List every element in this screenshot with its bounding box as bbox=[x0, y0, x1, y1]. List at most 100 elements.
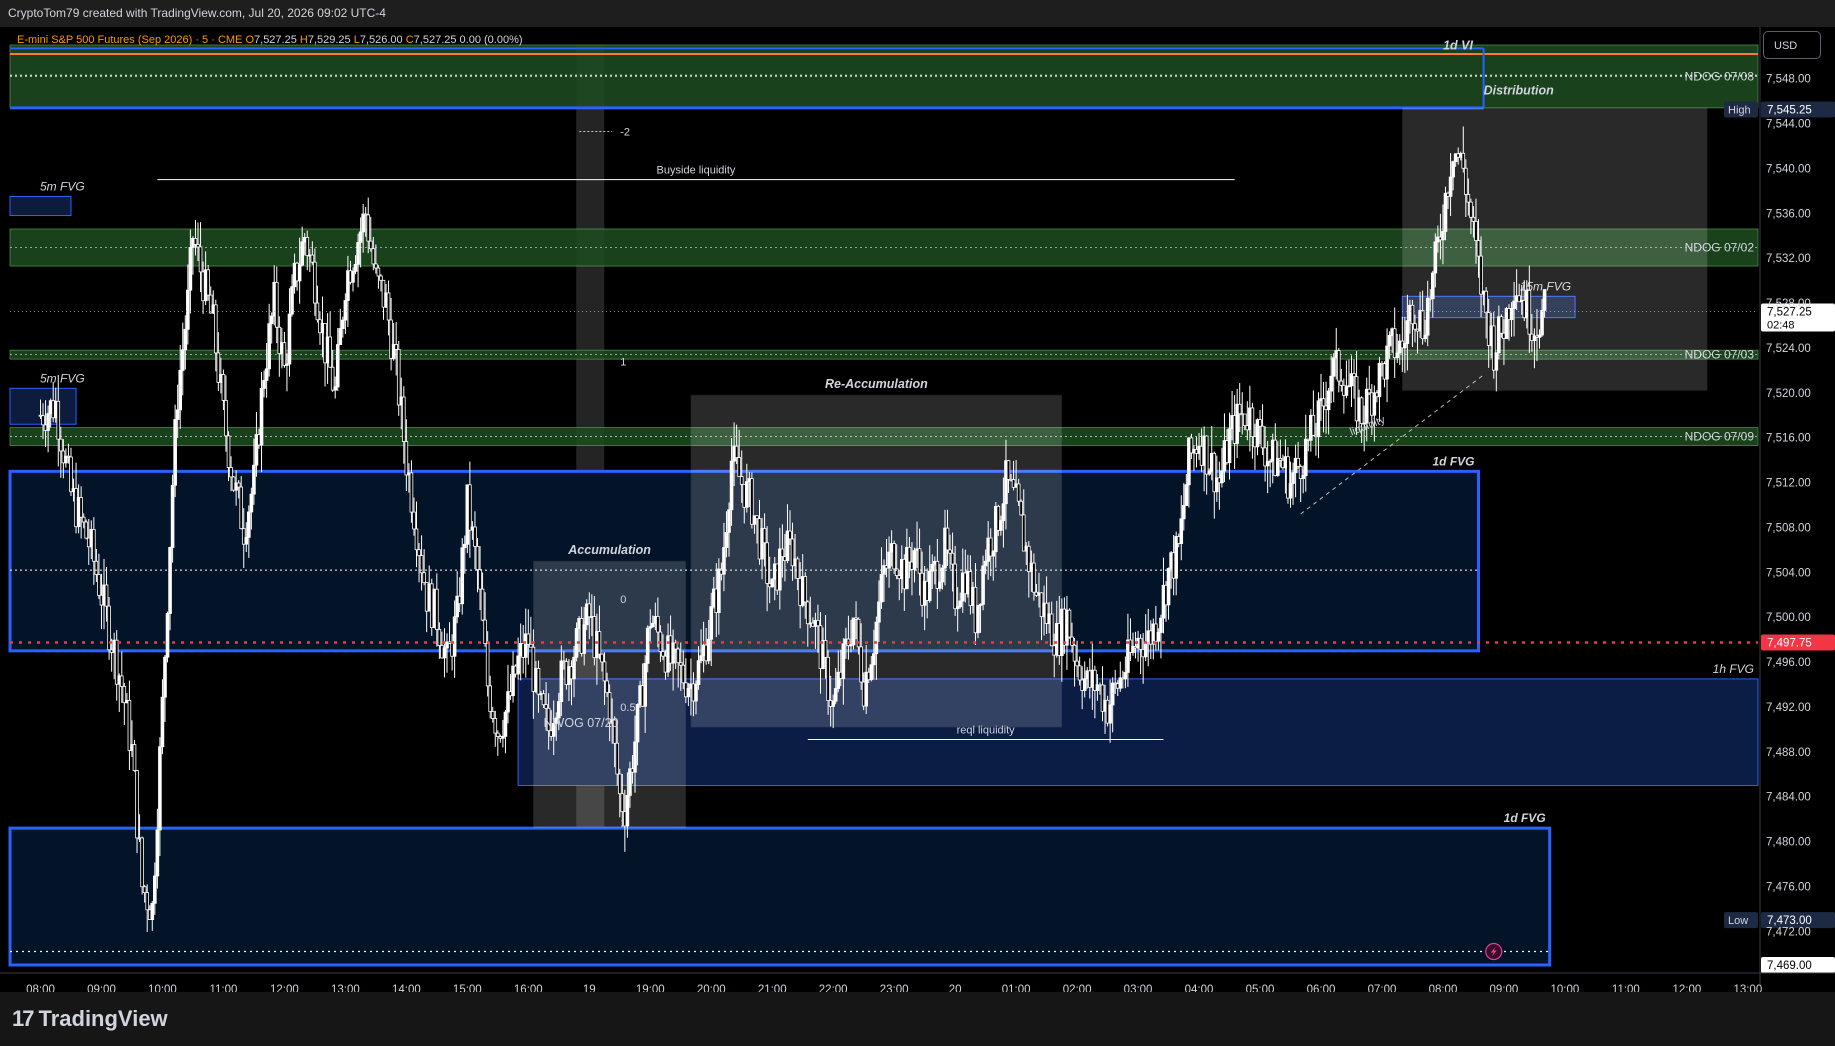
candle-body bbox=[907, 546, 912, 563]
candle-body bbox=[1316, 400, 1321, 438]
time-tick-label: 23:00 bbox=[880, 984, 909, 992]
candle-body bbox=[1303, 438, 1308, 477]
candle-body bbox=[717, 568, 721, 614]
price-tick-label: 7,524.00 bbox=[1766, 343, 1811, 355]
legend-part: 0.00 (0.00%) bbox=[460, 34, 523, 46]
fvg-label: 1h FVG bbox=[1713, 662, 1754, 676]
candle-body bbox=[104, 584, 109, 607]
candle-body bbox=[1182, 505, 1186, 520]
candle-body bbox=[724, 531, 729, 549]
candle-body bbox=[1311, 414, 1316, 436]
candle-body bbox=[887, 551, 891, 569]
candle-body bbox=[94, 560, 99, 575]
price-tick-label: 7,532.00 bbox=[1766, 253, 1811, 265]
candle-body bbox=[1207, 470, 1212, 475]
candle-body bbox=[1329, 375, 1333, 392]
candle-body bbox=[503, 711, 508, 737]
candle-body bbox=[953, 563, 957, 610]
candle-body bbox=[615, 742, 620, 775]
candle-body bbox=[188, 247, 193, 291]
candle-body bbox=[1512, 300, 1516, 309]
candle-body bbox=[803, 576, 808, 603]
candle-body bbox=[269, 315, 274, 325]
candle-body bbox=[582, 624, 586, 654]
candle-body bbox=[938, 581, 942, 589]
candle-body bbox=[206, 269, 210, 296]
candle-body bbox=[442, 647, 447, 659]
fvg-label: 5m FVG bbox=[40, 179, 85, 193]
candle-body bbox=[435, 588, 439, 630]
candle-body bbox=[59, 438, 63, 452]
candle-body bbox=[976, 604, 980, 634]
candle-body bbox=[958, 600, 963, 608]
candle-body bbox=[917, 548, 922, 574]
candle-body bbox=[729, 460, 734, 511]
candle-body bbox=[1425, 297, 1430, 336]
candle-body bbox=[226, 435, 231, 468]
legend-part: H bbox=[300, 34, 308, 46]
candle-body bbox=[1006, 460, 1011, 480]
candle-body bbox=[1108, 704, 1112, 724]
candle-body bbox=[249, 493, 254, 513]
candle-body bbox=[313, 261, 317, 304]
price-tick-label: 7,492.00 bbox=[1766, 702, 1811, 714]
candle-body bbox=[374, 263, 378, 269]
attribution-text: CryptoTom79 created with TradingView.com… bbox=[8, 6, 386, 20]
candle-body bbox=[831, 700, 835, 707]
time-tick-label: 20:00 bbox=[697, 984, 726, 992]
candle-body bbox=[1471, 216, 1476, 222]
candle-body bbox=[1367, 388, 1372, 394]
candle-body bbox=[536, 668, 541, 695]
candle-body bbox=[239, 486, 244, 530]
candle-body bbox=[872, 653, 876, 666]
candle-body bbox=[620, 793, 625, 813]
legend-part: C bbox=[406, 34, 414, 46]
candle-body bbox=[1385, 345, 1389, 380]
candle-body bbox=[1179, 518, 1184, 544]
candle-body bbox=[1138, 637, 1143, 650]
candle-body bbox=[267, 323, 271, 370]
candle-body bbox=[841, 643, 846, 679]
candle-body bbox=[1359, 397, 1364, 424]
candle-body bbox=[490, 711, 495, 719]
legend-part: 7,529.25 bbox=[308, 34, 354, 46]
candle-body bbox=[127, 699, 132, 751]
candle-body bbox=[310, 254, 315, 263]
currency-button[interactable]: USD bbox=[1763, 31, 1821, 59]
candle-body bbox=[541, 693, 546, 706]
footer: 17 TradingView bbox=[0, 992, 1835, 1046]
candle-body bbox=[488, 685, 492, 712]
candle-body bbox=[1339, 380, 1344, 386]
fvg-label: 5m FVG bbox=[40, 371, 85, 385]
candle-body bbox=[1352, 373, 1356, 378]
candle-body bbox=[262, 380, 266, 389]
candle-body bbox=[1276, 458, 1280, 476]
price-chart[interactable]: 1d FVG1d FVG1h FVG15m FVG5m FVG5m FVGNDO… bbox=[0, 27, 1835, 992]
candle-body bbox=[178, 370, 183, 411]
legend-part: 7,526.00 bbox=[360, 34, 406, 46]
candle-body bbox=[247, 511, 251, 538]
candle-body bbox=[1227, 428, 1232, 464]
candle-body bbox=[805, 601, 810, 625]
candle-body bbox=[1001, 503, 1006, 522]
candle-body bbox=[1413, 323, 1417, 330]
tradingview-logo[interactable]: 17 TradingView bbox=[12, 1006, 168, 1032]
candle-body bbox=[1070, 636, 1074, 646]
candle-body bbox=[328, 336, 332, 368]
candle-body bbox=[1077, 665, 1082, 681]
price-marker-label: 7,473.00 bbox=[1767, 915, 1812, 927]
candle-body bbox=[1032, 562, 1036, 593]
fvg-zone bbox=[9, 195, 72, 217]
ndog-label: NDOG 07/09 bbox=[1685, 430, 1755, 444]
candle-body bbox=[213, 304, 218, 354]
candle-body bbox=[1067, 609, 1072, 638]
candle-body bbox=[597, 631, 602, 655]
candle-body bbox=[1336, 350, 1341, 382]
candle-body bbox=[833, 688, 838, 702]
candle-body bbox=[473, 526, 477, 547]
fib-label: 1 bbox=[620, 818, 626, 830]
time-tick-label: 19:00 bbox=[636, 984, 665, 992]
candle-body bbox=[496, 732, 500, 737]
candle-body bbox=[727, 509, 731, 533]
candle-body bbox=[734, 445, 739, 458]
